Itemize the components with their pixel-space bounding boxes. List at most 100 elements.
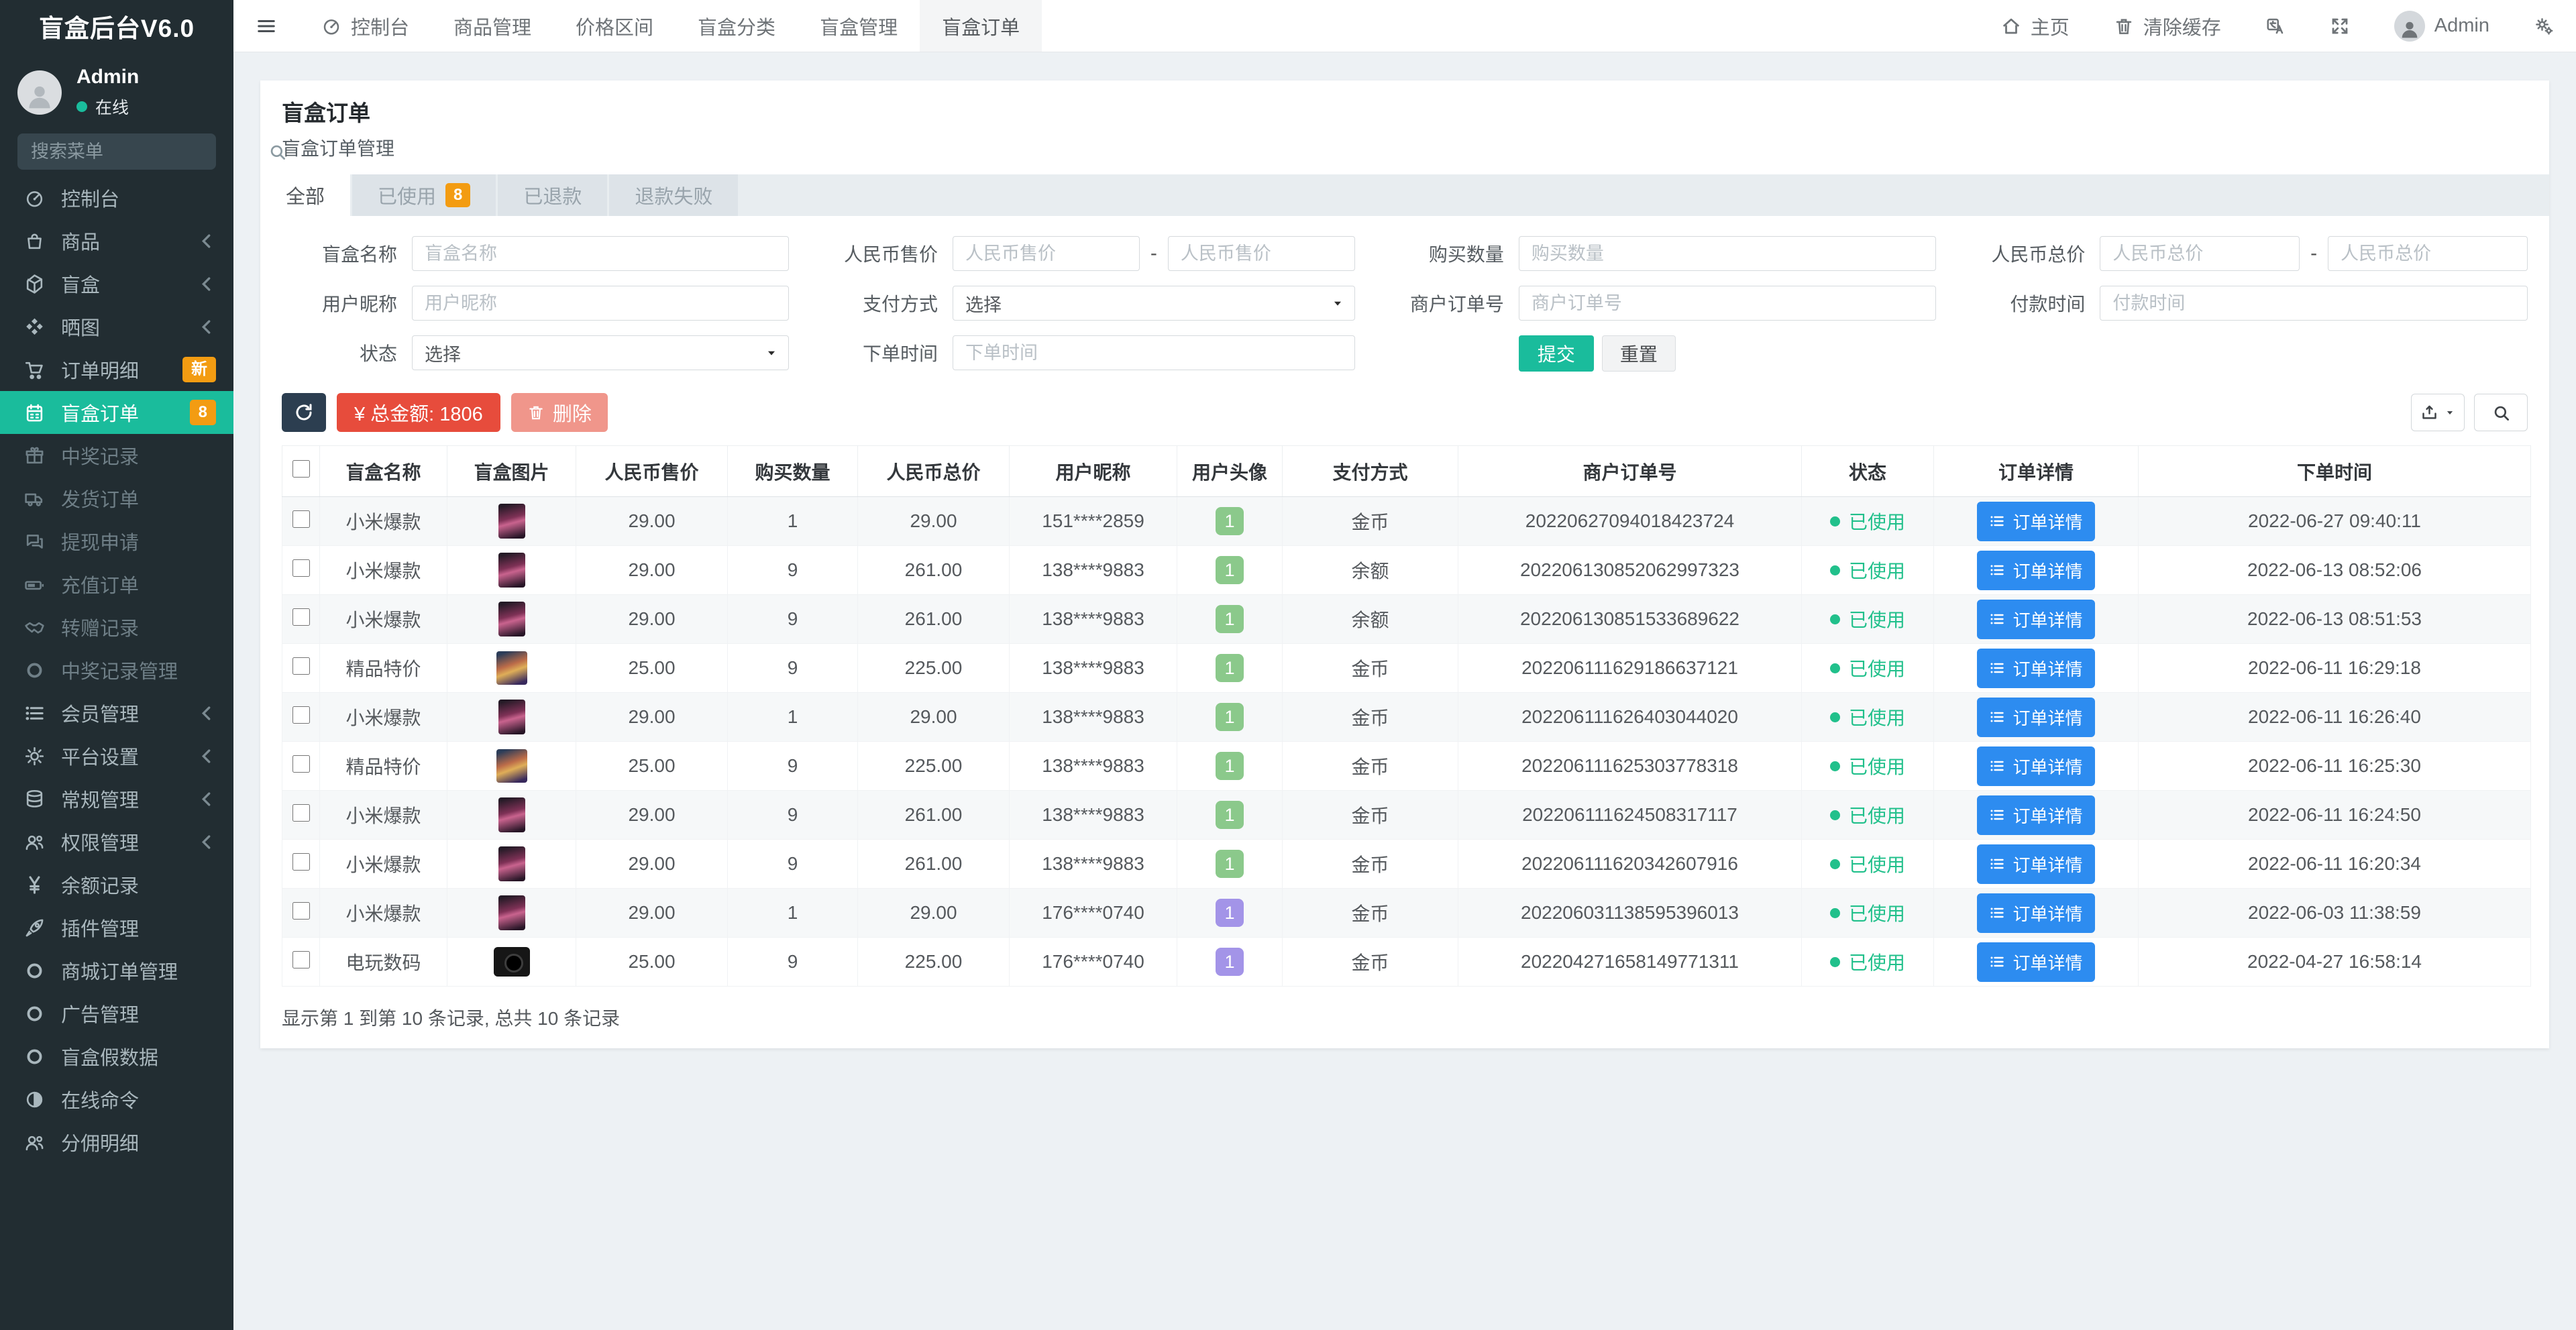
topnav-item-label: 控制台 bbox=[351, 12, 409, 40]
row-checkbox[interactable] bbox=[292, 902, 310, 920]
fullscreen-button[interactable] bbox=[2308, 0, 2372, 52]
order-detail-button[interactable]: 订单详情 bbox=[1977, 551, 2094, 590]
cell-pay-method: 金币 bbox=[1283, 791, 1458, 840]
sidebar-item-11[interactable]: 中奖记录管理 bbox=[0, 649, 233, 691]
row-checkbox[interactable] bbox=[292, 510, 310, 528]
cell-merchant-order-no: 202206130852062997323 bbox=[1458, 546, 1802, 595]
merchant-no-label: 商户订单号 bbox=[1389, 290, 1504, 317]
sidebar-item-6[interactable]: 中奖记录 bbox=[0, 434, 233, 477]
tab-1[interactable]: 已使用8 bbox=[352, 174, 496, 216]
price-min-input[interactable] bbox=[953, 236, 1140, 271]
status-select[interactable]: 选择 bbox=[412, 335, 789, 370]
sidebar-item-12[interactable]: 会员管理 bbox=[0, 691, 233, 734]
sidebar-item-19[interactable]: 广告管理 bbox=[0, 992, 233, 1035]
cell-checkbox bbox=[282, 693, 320, 742]
home-button[interactable]: 主页 bbox=[1979, 0, 2092, 52]
sidebar-item-14[interactable]: 常规管理 bbox=[0, 777, 233, 820]
refresh-button[interactable] bbox=[282, 393, 326, 432]
sidebar-item-10[interactable]: 转赠记录 bbox=[0, 606, 233, 649]
user-avatar-chip: 1 bbox=[1216, 605, 1244, 633]
clear-cache-button[interactable]: 清除缓存 bbox=[2092, 0, 2243, 52]
topnav-item-1[interactable]: 商品管理 bbox=[431, 0, 553, 52]
sidebar-item-8[interactable]: 提现申请 bbox=[0, 520, 233, 563]
sidebar-item-5[interactable]: 盲盒订单8 bbox=[0, 391, 233, 434]
row-checkbox[interactable] bbox=[292, 853, 310, 871]
table-search-button[interactable] bbox=[2474, 394, 2528, 431]
order-detail-button[interactable]: 订单详情 bbox=[1977, 746, 2094, 786]
tab-0[interactable]: 全部 bbox=[260, 174, 350, 216]
sidebar-item-9[interactable]: 充值订单 bbox=[0, 563, 233, 606]
language-button[interactable] bbox=[2243, 0, 2308, 52]
nickname-input[interactable] bbox=[412, 286, 789, 321]
total-amount-button[interactable]: ¥ 总金额: 1806 bbox=[337, 393, 500, 432]
submit-button[interactable]: 提交 bbox=[1519, 335, 1594, 372]
account-menu[interactable]: Admin bbox=[2372, 0, 2512, 52]
sidebar-item-7[interactable]: 发货订单 bbox=[0, 477, 233, 520]
order-detail-button[interactable]: 订单详情 bbox=[1977, 942, 2094, 982]
sidebar-item-label: 商城订单管理 bbox=[61, 956, 178, 985]
sidebar-item-20[interactable]: 盲盒假数据 bbox=[0, 1035, 233, 1078]
total-price-min-input[interactable] bbox=[2100, 236, 2300, 271]
sidebar-item-4[interactable]: 订单明细新 bbox=[0, 348, 233, 391]
user-status-label: 在线 bbox=[95, 95, 129, 119]
topnav-item-0[interactable]: 控制台 bbox=[299, 0, 431, 52]
order-detail-button[interactable]: 订单详情 bbox=[1977, 649, 2094, 688]
price-max-input[interactable] bbox=[1168, 236, 1355, 271]
sidebar-item-21[interactable]: 在线命令 bbox=[0, 1078, 233, 1121]
pay-method-select[interactable]: 选择 bbox=[953, 286, 1355, 321]
search-icon[interactable] bbox=[268, 143, 286, 161]
sidebar-item-3[interactable]: 晒图 bbox=[0, 305, 233, 348]
sidebar-item-13[interactable]: 平台设置 bbox=[0, 734, 233, 777]
quantity-input[interactable] bbox=[1519, 236, 1937, 271]
cell-pay-method: 金币 bbox=[1283, 840, 1458, 889]
order-time-input[interactable] bbox=[953, 335, 1355, 370]
order-detail-button[interactable]: 订单详情 bbox=[1977, 698, 2094, 737]
sidebar-item-2[interactable]: 盲盒 bbox=[0, 262, 233, 305]
order-detail-button[interactable]: 订单详情 bbox=[1977, 600, 2094, 639]
settings-button[interactable] bbox=[2512, 0, 2576, 52]
cell-quantity: 9 bbox=[728, 644, 858, 693]
select-all-checkbox[interactable] bbox=[292, 460, 310, 478]
export-button[interactable] bbox=[2411, 394, 2465, 431]
delete-button[interactable]: 删除 bbox=[511, 393, 608, 432]
sidebar-item-18[interactable]: 商城订单管理 bbox=[0, 949, 233, 992]
tab-3[interactable]: 退款失败 bbox=[609, 174, 738, 216]
reset-button[interactable]: 重置 bbox=[1602, 335, 1676, 372]
row-checkbox[interactable] bbox=[292, 755, 310, 773]
order-detail-button[interactable]: 订单详情 bbox=[1977, 795, 2094, 835]
pay-time-input[interactable] bbox=[2100, 286, 2528, 321]
sidebar-search-input[interactable] bbox=[31, 142, 268, 162]
topnav-item-5[interactable]: 盲盒订单 bbox=[920, 0, 1042, 52]
tab-2[interactable]: 已退款 bbox=[498, 174, 607, 216]
sidebar-item-0[interactable]: 控制台 bbox=[0, 176, 233, 219]
cell-user-avatar: 1 bbox=[1177, 742, 1283, 791]
cell-box-image bbox=[447, 595, 576, 644]
nickname-label: 用户昵称 bbox=[282, 290, 397, 317]
topnav-item-3[interactable]: 盲盒分类 bbox=[676, 0, 798, 52]
box-name-input[interactable] bbox=[412, 236, 789, 271]
total-price-max-input[interactable] bbox=[2328, 236, 2528, 271]
box-image bbox=[498, 700, 525, 734]
sidebar-item-16[interactable]: 余额记录 bbox=[0, 863, 233, 906]
home-icon bbox=[2001, 16, 2021, 36]
sidebar-item-17[interactable]: 插件管理 bbox=[0, 906, 233, 949]
order-detail-button[interactable]: 订单详情 bbox=[1977, 844, 2094, 884]
merchant-no-input[interactable] bbox=[1519, 286, 1937, 321]
topnav-item-4[interactable]: 盲盒管理 bbox=[798, 0, 920, 52]
row-checkbox[interactable] bbox=[292, 706, 310, 724]
gauge-icon bbox=[321, 16, 341, 36]
sidebar-item-15[interactable]: 权限管理 bbox=[0, 820, 233, 863]
topnav-item-2[interactable]: 价格区间 bbox=[553, 0, 676, 52]
cart-icon bbox=[24, 359, 45, 380]
sidebar-item-1[interactable]: 商品 bbox=[0, 219, 233, 262]
row-checkbox[interactable] bbox=[292, 657, 310, 675]
status-label: 状态 bbox=[282, 339, 397, 366]
order-detail-button[interactable]: 订单详情 bbox=[1977, 893, 2094, 933]
sidebar-item-22[interactable]: 分佣明细 bbox=[0, 1121, 233, 1164]
row-checkbox[interactable] bbox=[292, 608, 310, 626]
row-checkbox[interactable] bbox=[292, 559, 310, 577]
row-checkbox[interactable] bbox=[292, 804, 310, 822]
menu-toggle-button[interactable] bbox=[233, 0, 299, 52]
row-checkbox[interactable] bbox=[292, 951, 310, 968]
order-detail-button[interactable]: 订单详情 bbox=[1977, 502, 2094, 541]
